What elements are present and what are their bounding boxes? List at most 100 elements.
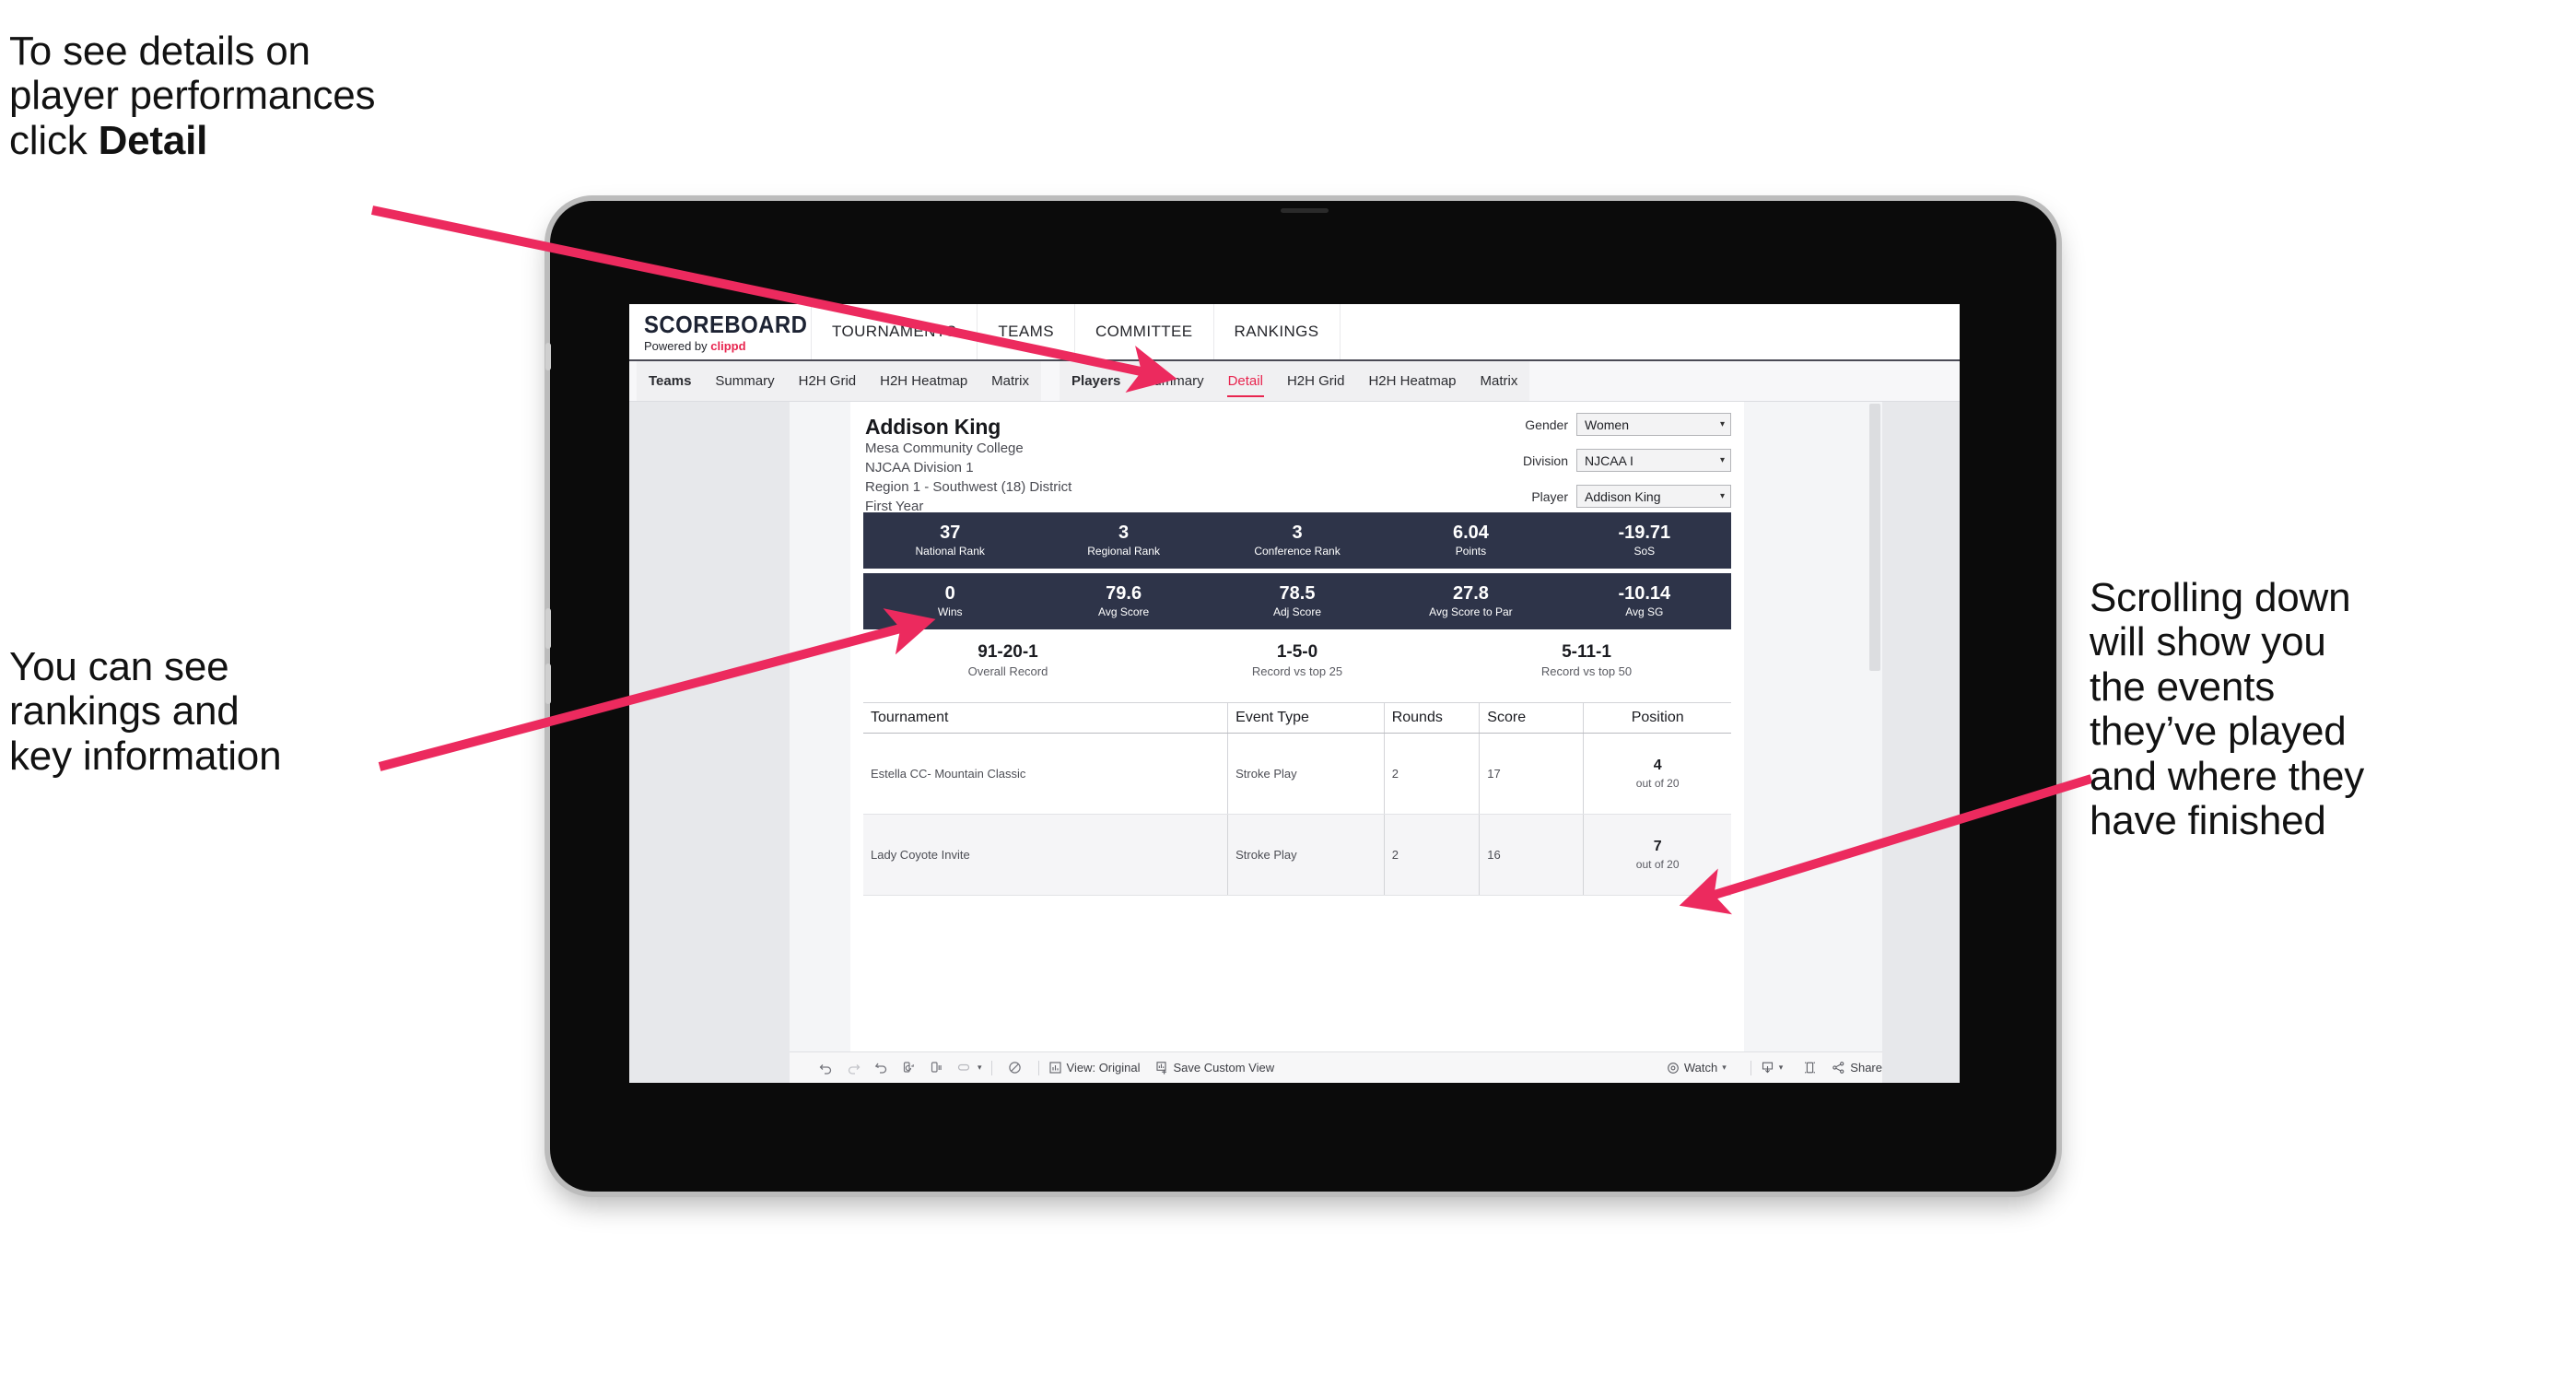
division-select-value: NJCAA I (1585, 452, 1633, 468)
view-original-label: View: Original (1066, 1061, 1141, 1075)
revert-icon[interactable] (867, 1060, 895, 1075)
filter-gender: Gender Women ▾ (1455, 413, 1731, 436)
stat-label: Avg SG (1625, 605, 1664, 619)
cell-tournament: Lady Coyote Invite (863, 814, 1229, 896)
pause-icon[interactable] (922, 1060, 950, 1075)
chevron-down-icon: ▾ (1719, 454, 1725, 465)
callout-detail-instruction: To see details on player performances cl… (9, 29, 617, 163)
gender-select[interactable]: Women ▾ (1576, 413, 1731, 436)
top-navigation-bar: SCOREBOARD Powered by clippd TOURNAMENTS… (629, 304, 1960, 361)
record-value: 1-5-0 (1276, 642, 1318, 662)
view-icon (1048, 1061, 1062, 1075)
secondary-tab-strip: Teams Summary H2H Grid H2H Heatmap Matri… (629, 361, 1960, 402)
tab-players-h2h-grid[interactable]: H2H Grid (1275, 361, 1357, 401)
nav-item-rankings[interactable]: RANKINGS (1214, 304, 1341, 359)
brand-logo[interactable]: SCOREBOARD Powered by clippd (629, 304, 812, 359)
chevron-down-icon: ▾ (1719, 418, 1725, 429)
stat-regional-rank: 3 Regional Rank (1036, 512, 1210, 569)
cell-event-type: Stroke Play (1227, 733, 1385, 815)
save-custom-view-button[interactable]: Save Custom View (1155, 1061, 1274, 1075)
col-score[interactable]: Score (1479, 702, 1585, 734)
player-select[interactable]: Addison King ▾ (1576, 485, 1731, 508)
toolbar-divider (1037, 1060, 1039, 1075)
nav-item-committee[interactable]: COMMITTEE (1075, 304, 1214, 359)
tournament-results-table: Tournament Event Type Rounds Score Posit… (863, 701, 1731, 896)
cell-tournament: Estella CC- Mountain Classic (863, 733, 1229, 815)
stat-value: 6.04 (1452, 523, 1489, 544)
stat-label: Regional Rank (1087, 545, 1160, 558)
nav-item-tournaments[interactable]: TOURNAMENTS (812, 304, 978, 359)
cell-score: 16 (1479, 814, 1585, 896)
col-rounds[interactable]: Rounds (1384, 702, 1481, 734)
stat-avg-score: 79.6 Avg Score (1036, 573, 1210, 629)
chevron-down-icon: ▾ (1719, 490, 1725, 501)
full-screen-button[interactable] (1803, 1061, 1817, 1075)
powered-by-text: Powered by (644, 338, 711, 353)
tab-teams-label: Teams (649, 373, 692, 389)
download-icon (1761, 1061, 1774, 1075)
stat-label: Points (1455, 545, 1487, 558)
brand-title: SCOREBOARD (644, 310, 808, 338)
col-tournament[interactable]: Tournament (863, 702, 1229, 734)
chevron-down-icon[interactable]: ▾ (978, 1063, 982, 1073)
stat-avg-score-to-par: 27.8 Avg Score to Par (1384, 573, 1557, 629)
cell-event-type: Stroke Play (1227, 814, 1385, 896)
record-label: Overall Record (967, 664, 1048, 678)
share-button[interactable]: Share (1832, 1061, 1882, 1075)
chevron-down-icon: ▾ (1778, 1063, 1784, 1072)
tab-players-summary[interactable]: Summary (1132, 361, 1215, 401)
tab-teams-matrix[interactable]: Matrix (979, 361, 1041, 401)
col-event-type[interactable]: Event Type (1227, 702, 1385, 734)
tablet-side-button (545, 343, 551, 370)
stat-value: 79.6 (1106, 583, 1142, 605)
record-summary-row: 91-20-1 Overall Record 1-5-0 Record vs t… (863, 642, 1731, 678)
record-label: Record vs top 25 (1251, 664, 1343, 678)
tab-players-h2h-heatmap[interactable]: H2H Heatmap (1356, 361, 1468, 401)
pause-auto-update-icon[interactable] (1001, 1060, 1029, 1075)
col-position[interactable]: Position (1583, 702, 1731, 734)
download-button[interactable]: ▾ (1761, 1061, 1784, 1075)
cell-score: 17 (1479, 733, 1585, 815)
position-field-size: out of 20 (1635, 776, 1680, 790)
stat-label: National Rank (915, 545, 985, 558)
watch-icon (1667, 1062, 1680, 1075)
record-label: Record vs top 50 (1540, 664, 1633, 678)
record-vs-top-50: 5-11-1 Record vs top 50 (1442, 642, 1731, 678)
position-number: 4 (1653, 758, 1662, 774)
cell-position: 7 out of 20 (1583, 814, 1731, 896)
table-row[interactable]: Estella CC- Mountain Classic Stroke Play… (863, 733, 1731, 815)
division-select[interactable]: NJCAA I ▾ (1576, 449, 1731, 472)
player-header: Addison King Mesa Community College NJCA… (850, 402, 1744, 514)
tab-teams-h2h-heatmap[interactable]: H2H Heatmap (868, 361, 979, 401)
redo-icon[interactable] (839, 1060, 867, 1075)
tab-teams-summary[interactable]: Summary (703, 361, 786, 401)
dashboard-container: Addison King Mesa Community College NJCA… (790, 402, 1882, 1083)
cell-rounds: 2 (1384, 814, 1481, 896)
save-view-icon (1155, 1061, 1169, 1075)
filter-panel: Gender Women ▾ Division NJCAA I ▾ Player… (1455, 413, 1731, 521)
tab-players-detail[interactable]: Detail (1216, 361, 1275, 401)
cell-position: 4 out of 20 (1583, 733, 1731, 815)
vertical-scrollbar[interactable] (1869, 404, 1880, 671)
undo-icon[interactable] (812, 1060, 839, 1075)
clippd-wordmark: clippd (710, 338, 746, 353)
table-row[interactable]: Lady Coyote Invite Stroke Play 2 16 7 ou… (863, 814, 1731, 896)
callout-rankings-info: You can see rankings and key information (9, 644, 282, 779)
tab-teams-h2h-grid[interactable]: H2H Grid (787, 361, 869, 401)
player-detail-sheet: Addison King Mesa Community College NJCA… (850, 402, 1744, 1083)
stat-value: 78.5 (1279, 583, 1316, 605)
tab-players-matrix[interactable]: Matrix (1469, 361, 1530, 401)
device-layout-icon[interactable] (950, 1060, 978, 1075)
nav-item-teams[interactable]: TEAMS (978, 304, 1075, 359)
filter-division: Division NJCAA I ▾ (1455, 449, 1731, 472)
stat-value: -19.71 (1618, 523, 1671, 544)
view-original-button[interactable]: View: Original (1048, 1061, 1141, 1075)
refresh-icon[interactable] (895, 1060, 922, 1075)
filter-player: Player Addison King ▾ (1455, 485, 1731, 508)
watch-button[interactable]: Watch ▾ (1667, 1061, 1727, 1075)
record-vs-top-25: 1-5-0 Record vs top 25 (1153, 642, 1442, 678)
stat-bar-primary: 37 National Rank 3 Regional Rank 3 Confe… (863, 512, 1731, 569)
watch-label: Watch (1683, 1061, 1718, 1075)
gender-select-value: Women (1585, 417, 1629, 432)
stat-label: SoS (1633, 545, 1656, 558)
